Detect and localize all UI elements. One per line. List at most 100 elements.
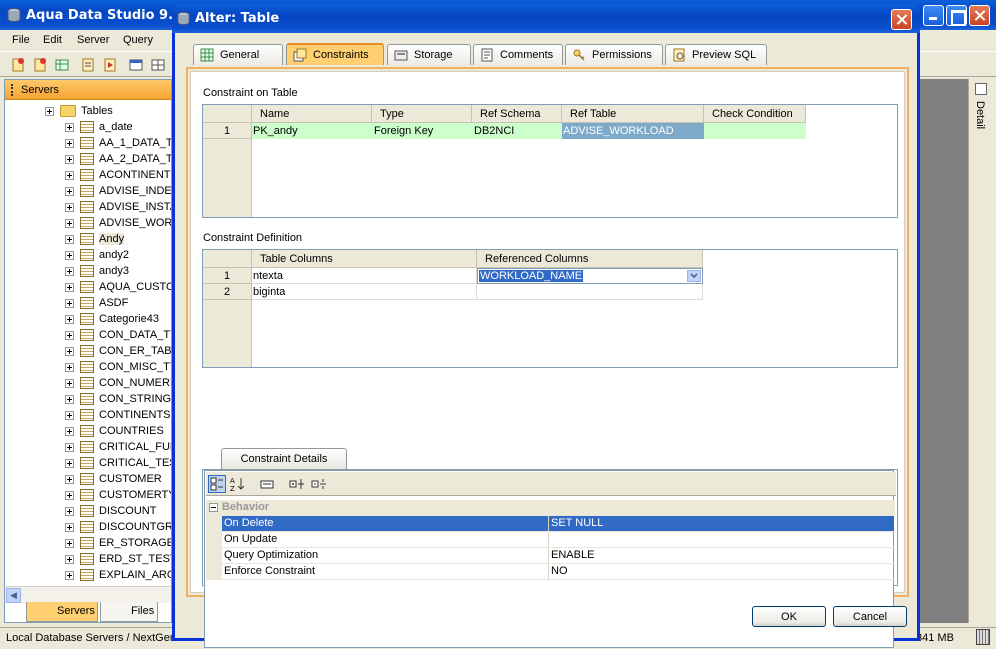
maximize-button[interactable]: [946, 5, 967, 26]
alter-table-dialog: Alter: Table General Constraints Storage…: [172, 4, 920, 648]
menu-edit[interactable]: Edit: [43, 34, 62, 46]
expand-icon[interactable]: [65, 283, 74, 292]
expand-icon[interactable]: [65, 171, 74, 180]
expand-icon[interactable]: [65, 251, 74, 260]
collapse-icon[interactable]: [45, 107, 54, 116]
expand-icon[interactable]: [65, 507, 74, 516]
column-header-table-columns[interactable]: Table Columns: [252, 250, 477, 268]
execute-icon[interactable]: [102, 57, 118, 73]
tab-files[interactable]: Files: [100, 602, 158, 622]
register-server-icon[interactable]: [32, 57, 48, 73]
expand-icon[interactable]: [65, 267, 74, 276]
property-group-behavior[interactable]: Behavior: [206, 500, 895, 516]
property-row[interactable]: On Update: [206, 532, 895, 548]
minimize-button[interactable]: [923, 5, 944, 26]
expand-icon[interactable]: [65, 395, 74, 404]
table-column-cell[interactable]: biginta: [252, 284, 477, 300]
expand-icon[interactable]: [65, 411, 74, 420]
expand-icon[interactable]: [65, 491, 74, 500]
row-number[interactable]: 1: [203, 123, 252, 139]
tab-constraints[interactable]: Constraints: [286, 43, 384, 65]
property-row[interactable]: Enforce Constraint NO: [206, 564, 895, 580]
expand-icon[interactable]: [65, 315, 74, 324]
app-close-button[interactable]: [969, 5, 990, 26]
menu-query[interactable]: Query: [123, 34, 153, 46]
expand-icon[interactable]: [65, 523, 74, 532]
expand-icon[interactable]: [65, 235, 74, 244]
window-icon[interactable]: [128, 57, 144, 73]
categorized-view-icon[interactable]: [208, 475, 226, 493]
expand-icon[interactable]: [65, 363, 74, 372]
expand-icon[interactable]: [65, 123, 74, 132]
expand-icon[interactable]: [65, 379, 74, 388]
collapse-icon[interactable]: [209, 503, 218, 512]
menu-server[interactable]: Server: [77, 34, 109, 46]
tab-general[interactable]: General: [193, 44, 283, 65]
property-row[interactable]: On Delete SET NULL: [206, 516, 895, 532]
column-header-type[interactable]: Type: [372, 105, 472, 123]
expand-icon[interactable]: [65, 443, 74, 452]
column-header-ref-table[interactable]: Ref Table: [562, 105, 704, 123]
drag-handle-icon[interactable]: [11, 84, 14, 96]
expand-icon[interactable]: [65, 555, 74, 564]
tab-servers[interactable]: Servers: [26, 602, 98, 622]
grid-view-icon[interactable]: [150, 57, 166, 73]
detail-side-panel[interactable]: Detail: [968, 79, 992, 623]
check-condition-cell[interactable]: [704, 123, 806, 139]
query-tool-icon[interactable]: [80, 57, 96, 73]
ok-button[interactable]: OK: [752, 606, 826, 627]
ref-table-cell[interactable]: ADVISE_WORKLOAD: [562, 123, 704, 139]
row-number[interactable]: 2: [203, 284, 252, 300]
expand-icon[interactable]: [65, 331, 74, 340]
tab-preview-sql[interactable]: Preview SQL: [665, 44, 767, 65]
ref-schema-cell[interactable]: DB2NCI: [472, 123, 562, 139]
column-header-name[interactable]: Name: [252, 105, 372, 123]
table-row[interactable]: PK_andy Foreign Key DB2NCI ADVISE_WORKLO…: [252, 123, 806, 139]
expand-icon[interactable]: [65, 203, 74, 212]
constraint-name-cell[interactable]: PK_andy: [252, 123, 372, 139]
property-value[interactable]: SET NULL: [549, 516, 894, 531]
column-header-check-condition[interactable]: Check Condition: [704, 105, 806, 123]
tab-permissions[interactable]: Permissions: [565, 44, 663, 65]
horizontal-scrollbar[interactable]: ◀: [5, 586, 171, 603]
expand-icon[interactable]: [65, 539, 74, 548]
collapse-all-icon[interactable]: [310, 475, 328, 493]
row-number[interactable]: 1: [203, 268, 252, 284]
sort-alphabetical-icon[interactable]: AZ: [228, 475, 246, 493]
property-row[interactable]: Query Optimization ENABLE: [206, 548, 895, 564]
table-icon: [80, 169, 94, 181]
property-value[interactable]: [549, 532, 894, 547]
menu-file[interactable]: File: [12, 34, 30, 46]
expand-icon[interactable]: [65, 187, 74, 196]
property-value[interactable]: ENABLE: [549, 548, 894, 563]
expand-icon[interactable]: [65, 139, 74, 148]
cancel-button[interactable]: Cancel: [833, 606, 907, 627]
dialog-close-button[interactable]: [891, 9, 912, 30]
column-header-ref-schema[interactable]: Ref Schema: [472, 105, 562, 123]
table-tool-icon[interactable]: [54, 57, 70, 73]
scroll-left-icon[interactable]: ◀: [6, 588, 21, 603]
expand-icon[interactable]: [65, 475, 74, 484]
expand-icon[interactable]: [65, 427, 74, 436]
expand-icon[interactable]: [65, 219, 74, 228]
property-value[interactable]: NO: [549, 564, 894, 579]
referenced-column-cell[interactable]: [477, 284, 703, 300]
expand-icon[interactable]: [65, 347, 74, 356]
expand-icon[interactable]: [65, 299, 74, 308]
garbage-collect-icon[interactable]: [976, 629, 990, 645]
column-header-referenced-columns[interactable]: Referenced Columns: [477, 250, 703, 268]
tab-constraint-details[interactable]: Constraint Details: [221, 448, 347, 470]
referenced-column-dropdown[interactable]: WORKLOAD_NAME: [477, 268, 703, 284]
tree-item-label: CUSTOMER: [99, 473, 162, 485]
constraint-type-cell[interactable]: Foreign Key: [372, 123, 472, 139]
expand-icon[interactable]: [65, 459, 74, 468]
property-pages-icon[interactable]: [258, 475, 276, 493]
new-server-icon[interactable]: [10, 57, 26, 73]
expand-icon[interactable]: [65, 571, 74, 580]
chevron-down-icon[interactable]: [687, 270, 701, 282]
table-column-cell[interactable]: ntexta: [252, 268, 477, 284]
tab-storage[interactable]: Storage: [387, 44, 471, 65]
tab-comments[interactable]: Comments: [473, 44, 563, 65]
expand-all-icon[interactable]: [288, 475, 306, 493]
expand-icon[interactable]: [65, 155, 74, 164]
